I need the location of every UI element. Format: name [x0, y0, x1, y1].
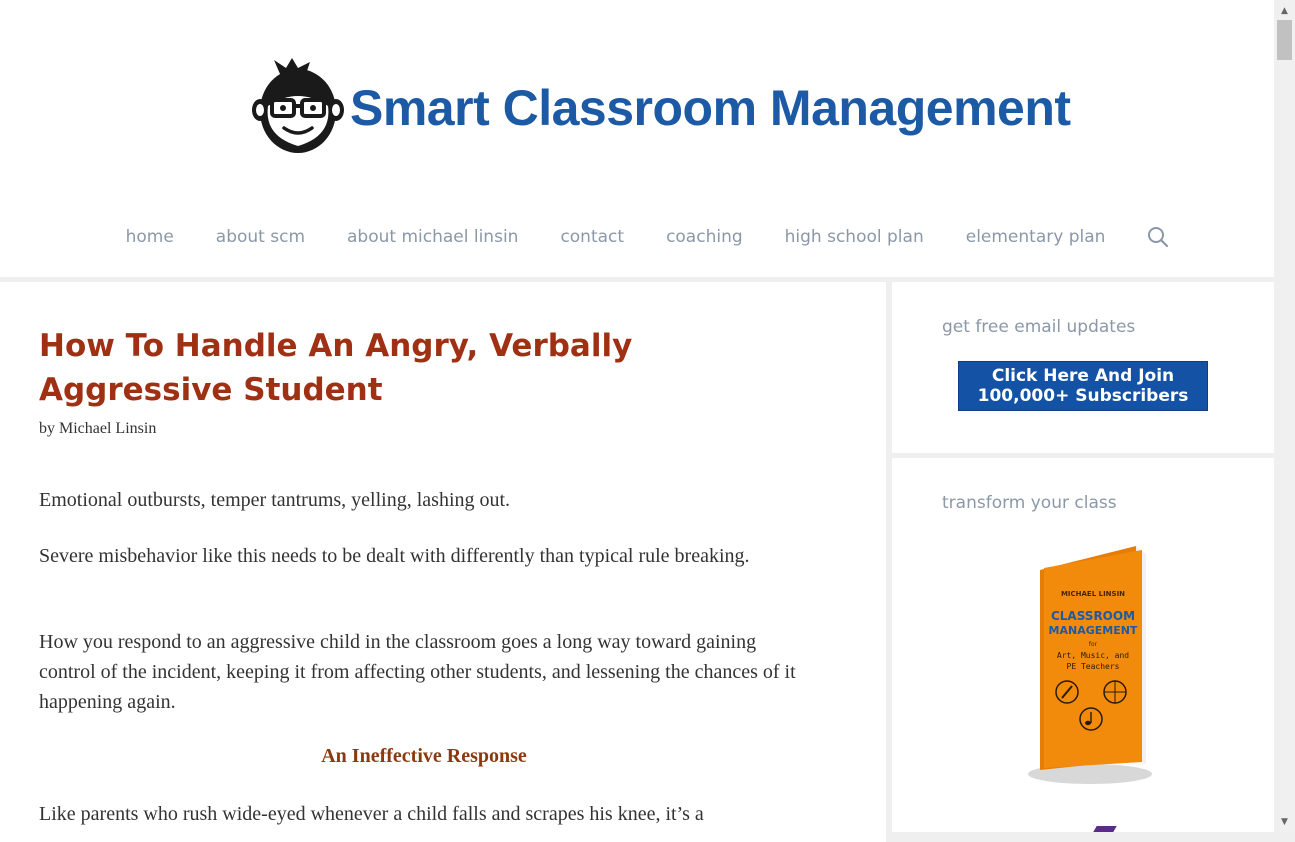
next-widget-peek: [1093, 826, 1117, 832]
article-content: How To Handle An Angry, Verbally Aggress…: [0, 282, 886, 842]
scroll-thumb[interactable]: [1277, 20, 1292, 60]
site-header: Smart Classroom Management home about sc…: [0, 0, 1274, 277]
vertical-scrollbar[interactable]: ▲ ▼: [1274, 0, 1295, 832]
nav-item-high-school-plan[interactable]: high school plan: [785, 227, 924, 247]
book-for: for: [1089, 641, 1098, 648]
article-paragraph: Emotional outbursts, temper tantrums, ye…: [39, 489, 511, 511]
book-cover-image[interactable]: MICHAEL LINSIN CLASSROOM MANAGEMENT for …: [1018, 542, 1168, 802]
article-subheading: An Ineffective Response: [321, 745, 527, 767]
nav-item-about-scm[interactable]: about scm: [216, 227, 305, 247]
subscribe-button-line1: Click Here And Join: [991, 366, 1175, 386]
nav-item-contact[interactable]: contact: [560, 227, 624, 247]
subscribe-button-line2: 100,000+ Subscribers: [977, 386, 1189, 406]
article-paragraph: How you respond to an aggressive child i…: [39, 631, 796, 713]
nav-item-coaching[interactable]: coaching: [666, 227, 743, 247]
email-updates-widget: get free email updates Click Here And Jo…: [892, 282, 1274, 453]
nav-item-elementary-plan[interactable]: elementary plan: [966, 227, 1106, 247]
widget-title: get free email updates: [942, 317, 1136, 337]
subscribe-button[interactable]: Click Here And Join 100,000+ Subscribers: [958, 361, 1208, 411]
page: Smart Classroom Management home about sc…: [0, 0, 1274, 842]
site-logo[interactable]: Smart Classroom Management: [252, 56, 1071, 161]
book-widget: transform your class MICHAEL LINSIN CLAS…: [892, 458, 1274, 832]
scroll-down-arrow-icon[interactable]: ▼: [1274, 813, 1295, 830]
book-subtitle-line1: Art, Music, and: [1057, 651, 1129, 660]
book-subtitle-line2: PE Teachers: [1067, 662, 1120, 671]
monkey-with-glasses-icon: [252, 56, 344, 161]
widget-title: transform your class: [942, 493, 1117, 513]
site-title[interactable]: Smart Classroom Management: [350, 79, 1071, 137]
article-paragraph: Severe misbehavior like this needs to be…: [39, 545, 750, 567]
nav-item-home[interactable]: home: [126, 227, 174, 247]
nav-item-about-michael-linsin[interactable]: about michael linsin: [347, 227, 518, 247]
article-title: How To Handle An Angry, Verbally Aggress…: [39, 328, 633, 408]
book-title-line2: MANAGEMENT: [1049, 624, 1138, 637]
article-paragraph: Like parents who rush wide-eyed whenever…: [39, 803, 704, 825]
article-byline: by Michael Linsin: [39, 420, 157, 437]
book-title-line1: CLASSROOM: [1051, 609, 1135, 623]
main-nav: home about scm about michael linsin cont…: [0, 212, 1274, 262]
book-author: MICHAEL LINSIN: [1061, 590, 1125, 598]
scroll-up-arrow-icon[interactable]: ▲: [1274, 2, 1295, 19]
search-icon[interactable]: [1147, 226, 1169, 248]
